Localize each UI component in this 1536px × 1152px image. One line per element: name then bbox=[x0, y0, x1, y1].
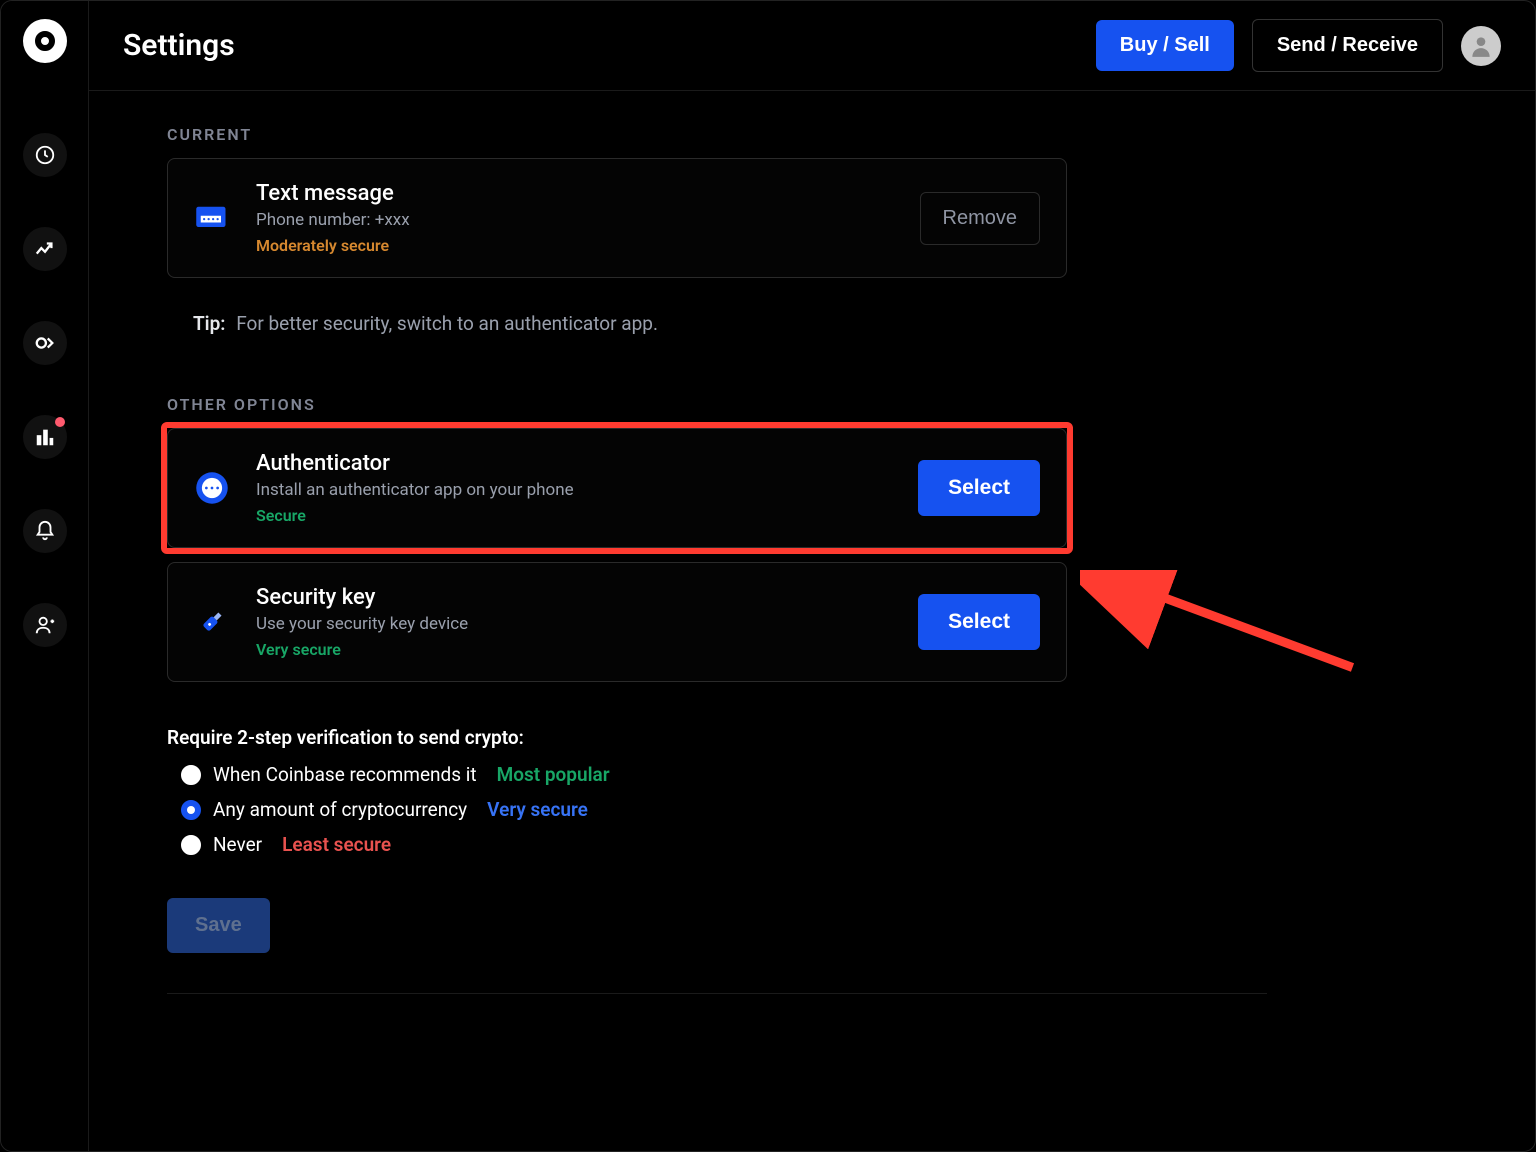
security-key-select-button[interactable]: Select bbox=[918, 594, 1040, 650]
radio-label: Never bbox=[213, 833, 262, 856]
radio-icon bbox=[181, 800, 201, 820]
authenticator-card: Authenticator Install an authenticator a… bbox=[167, 428, 1067, 548]
page-title: Settings bbox=[123, 28, 235, 63]
nav-home-icon[interactable] bbox=[23, 133, 67, 177]
tip-label: Tip: bbox=[193, 312, 225, 335]
require-2fa-heading: Require 2-step verification to send cryp… bbox=[167, 726, 1501, 749]
notification-dot bbox=[55, 417, 65, 427]
sidebar bbox=[1, 1, 89, 1151]
radio-recommended[interactable]: When Coinbase recommends it Most popular bbox=[181, 763, 1501, 786]
current-method-subtitle: Phone number: +xxx bbox=[256, 210, 894, 230]
remove-button[interactable]: Remove bbox=[920, 192, 1040, 245]
security-key-icon bbox=[194, 604, 230, 640]
nav-trending-icon[interactable] bbox=[23, 227, 67, 271]
authenticator-select-button[interactable]: Select bbox=[918, 460, 1040, 516]
radio-icon bbox=[181, 765, 201, 785]
authenticator-subtitle: Install an authenticator app on your pho… bbox=[256, 480, 892, 500]
nav-notifications-icon[interactable] bbox=[23, 509, 67, 553]
radio-label: When Coinbase recommends it bbox=[213, 763, 477, 786]
buy-sell-button[interactable]: Buy / Sell bbox=[1096, 20, 1234, 71]
current-method-tag: Moderately secure bbox=[256, 236, 894, 255]
authenticator-title: Authenticator bbox=[256, 451, 892, 476]
main: Settings Buy / Sell Send / Receive CURRE… bbox=[89, 1, 1535, 1151]
radio-extra: Very secure bbox=[487, 798, 588, 821]
radio-label: Any amount of cryptocurrency bbox=[213, 798, 467, 821]
security-key-subtitle: Use your security key device bbox=[256, 614, 892, 634]
content: CURRENT Text message Phone number: +xxx … bbox=[89, 91, 1535, 1151]
logo[interactable] bbox=[23, 19, 67, 63]
nav-explore-icon[interactable] bbox=[23, 321, 67, 365]
sms-icon bbox=[194, 200, 230, 236]
nav-invite-icon[interactable] bbox=[23, 603, 67, 647]
radio-any-amount[interactable]: Any amount of cryptocurrency Very secure bbox=[181, 798, 1501, 821]
tip: Tip: For better security, switch to an a… bbox=[193, 312, 1501, 335]
current-method-card: Text message Phone number: +xxx Moderate… bbox=[167, 158, 1067, 278]
save-button[interactable]: Save bbox=[167, 898, 270, 953]
send-receive-button[interactable]: Send / Receive bbox=[1252, 19, 1443, 72]
radio-icon bbox=[181, 835, 201, 855]
divider bbox=[167, 993, 1267, 994]
radio-extra: Most popular bbox=[497, 763, 610, 786]
authenticator-tag: Secure bbox=[256, 506, 892, 525]
radio-never[interactable]: Never Least secure bbox=[181, 833, 1501, 856]
current-method-title: Text message bbox=[256, 181, 894, 206]
nav-dashboard-icon[interactable] bbox=[23, 415, 67, 459]
radio-extra: Least secure bbox=[282, 833, 391, 856]
avatar[interactable] bbox=[1461, 26, 1501, 66]
tip-text: For better security, switch to an authen… bbox=[236, 312, 658, 335]
authenticator-icon bbox=[194, 470, 230, 506]
security-key-card: Security key Use your security key devic… bbox=[167, 562, 1067, 682]
section-current-label: CURRENT bbox=[167, 125, 1501, 144]
security-key-tag: Very secure bbox=[256, 640, 892, 659]
security-key-title: Security key bbox=[256, 585, 892, 610]
topbar: Settings Buy / Sell Send / Receive bbox=[89, 1, 1535, 91]
section-other-label: OTHER OPTIONS bbox=[167, 395, 1501, 414]
